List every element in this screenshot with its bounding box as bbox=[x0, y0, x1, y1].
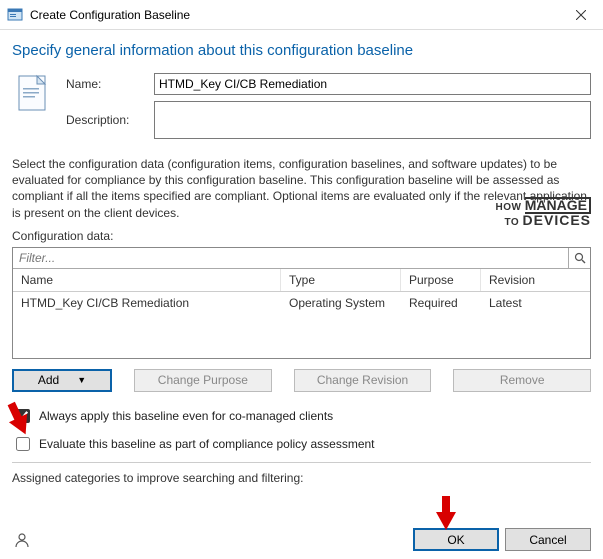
chevron-down-icon: ▼ bbox=[77, 375, 86, 385]
column-headers[interactable]: Name Type Purpose Revision bbox=[13, 269, 590, 292]
person-icon[interactable] bbox=[12, 530, 32, 550]
description-label: Description: bbox=[66, 113, 154, 127]
watermark-logo: HOW MANAGE TO DEVICES bbox=[495, 197, 591, 227]
filter-input[interactable] bbox=[13, 248, 568, 268]
cell-type: Operating System bbox=[281, 292, 401, 314]
config-data-label: Configuration data: bbox=[12, 229, 591, 243]
add-button-label: Add bbox=[38, 373, 59, 387]
footer: OK Cancel bbox=[12, 528, 591, 551]
col-type[interactable]: Type bbox=[281, 269, 401, 291]
add-button[interactable]: Add ▼ bbox=[12, 369, 112, 392]
page-heading: Specify general information about this c… bbox=[12, 42, 591, 59]
close-button[interactable] bbox=[559, 0, 603, 30]
table-row[interactable]: HTMD_Key CI/CB Remediation Operating Sys… bbox=[13, 292, 590, 314]
window-title: Create Configuration Baseline bbox=[30, 8, 559, 22]
name-input[interactable] bbox=[154, 73, 591, 95]
ok-button[interactable]: OK bbox=[413, 528, 499, 551]
always-apply-checkbox[interactable] bbox=[16, 409, 30, 423]
col-name[interactable]: Name bbox=[13, 269, 281, 291]
search-icon[interactable] bbox=[568, 248, 590, 268]
titlebar: Create Configuration Baseline bbox=[0, 0, 603, 30]
cell-purpose: Required bbox=[401, 292, 481, 314]
instructions-text: Select the configuration data (configura… bbox=[12, 156, 591, 221]
col-purpose[interactable]: Purpose bbox=[401, 269, 481, 291]
cancel-button[interactable]: Cancel bbox=[505, 528, 591, 551]
change-purpose-button[interactable]: Change Purpose bbox=[134, 369, 272, 392]
cell-name: HTMD_Key CI/CB Remediation bbox=[13, 292, 281, 314]
col-revision[interactable]: Revision bbox=[481, 269, 590, 291]
app-icon bbox=[6, 6, 24, 24]
always-apply-checkbox-label[interactable]: Always apply this baseline even for co-m… bbox=[12, 406, 591, 426]
remove-button[interactable]: Remove bbox=[453, 369, 591, 392]
annotation-arrow-icon bbox=[432, 494, 460, 530]
change-revision-button[interactable]: Change Revision bbox=[294, 369, 432, 392]
description-input[interactable] bbox=[154, 101, 591, 139]
name-label: Name: bbox=[66, 77, 154, 91]
categories-label: Assigned categories to improve searching… bbox=[12, 471, 591, 485]
evaluate-text: Evaluate this baseline as part of compli… bbox=[39, 437, 375, 451]
cell-revision: Latest bbox=[481, 292, 590, 314]
always-apply-text: Always apply this baseline even for co-m… bbox=[39, 409, 333, 423]
separator bbox=[12, 462, 591, 463]
document-icon bbox=[16, 75, 52, 111]
evaluate-checkbox-label[interactable]: Evaluate this baseline as part of compli… bbox=[12, 434, 591, 454]
evaluate-checkbox[interactable] bbox=[16, 437, 30, 451]
config-data-grid: Name Type Purpose Revision HTMD_Key CI/C… bbox=[12, 247, 591, 359]
